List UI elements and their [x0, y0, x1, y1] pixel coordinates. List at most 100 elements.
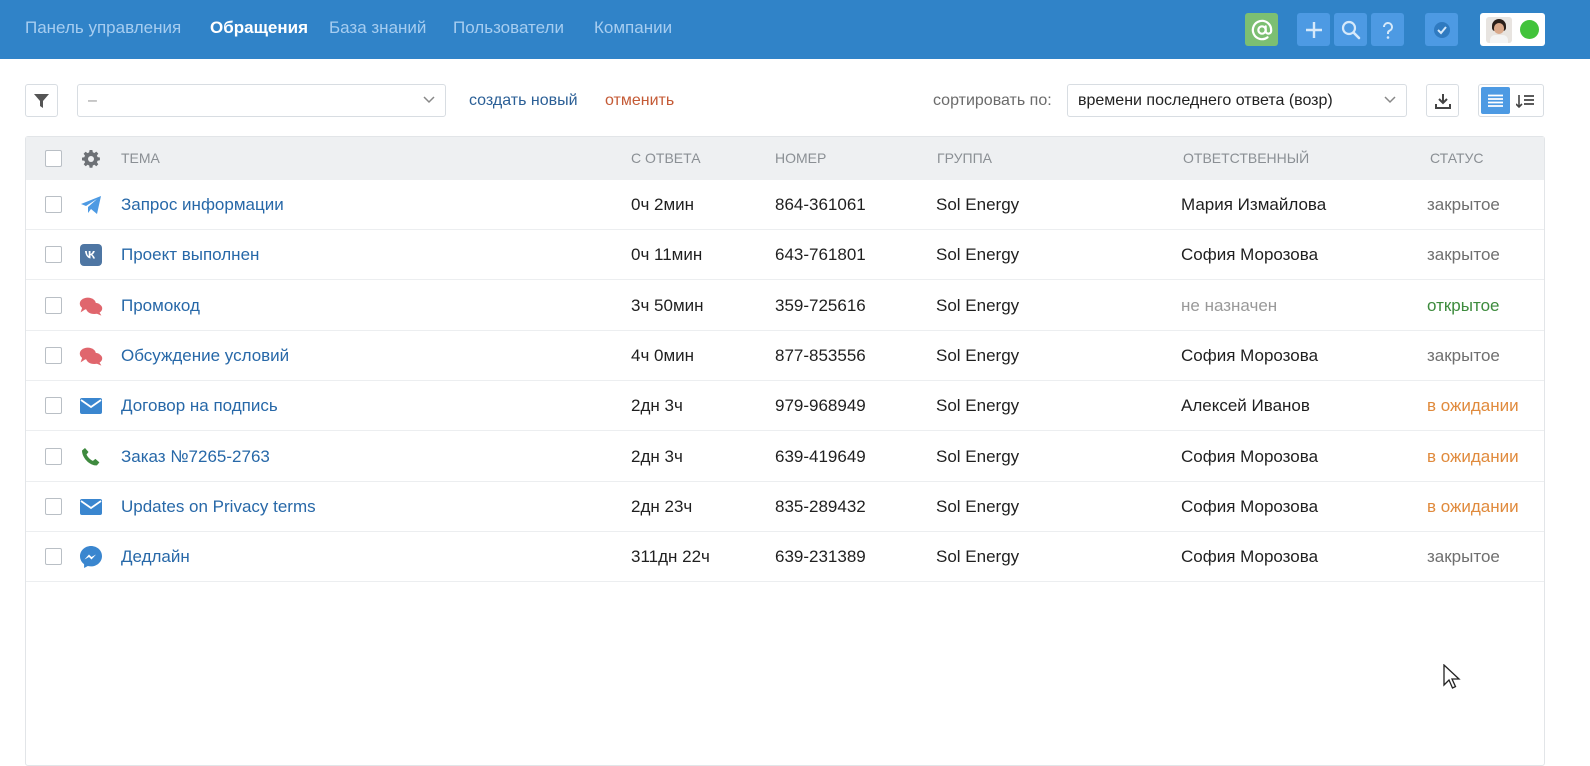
ticket-number: 359-725616 [775, 295, 866, 315]
cancel-filter-link[interactable]: отменить [605, 92, 674, 110]
compact-view-button[interactable] [1510, 87, 1539, 114]
gear-icon[interactable] [81, 149, 101, 169]
ticket-number: 639-419649 [775, 446, 866, 466]
tasks-button[interactable] [1425, 13, 1458, 46]
funnel-icon [34, 93, 49, 108]
row-checkbox[interactable] [45, 296, 62, 314]
group-value: Sol Energy [936, 496, 1020, 516]
row-checkbox[interactable] [45, 548, 62, 566]
status-badge: в ожидании [1427, 396, 1519, 416]
chat-icon [79, 294, 103, 318]
ticket-number: 864-361061 [775, 195, 866, 214]
ticket-subject-link[interactable]: Промокод [121, 296, 200, 316]
email-icon [79, 394, 103, 418]
row-checkbox[interactable] [45, 397, 62, 415]
sort-select[interactable]: времени последнего ответа (возр) [1067, 84, 1407, 117]
table-row[interactable]: Запрос информации 0ч 2мин 864-361061 Sol En… [26, 180, 1544, 230]
nav-users[interactable]: Пользователи [453, 18, 564, 38]
view-toggle [1478, 84, 1544, 117]
select-all-checkbox[interactable] [45, 150, 62, 167]
table-row[interactable]: Дедлайн 311дн 22ч 639-231389 Sol Energy Софи… [26, 532, 1544, 583]
column-assignee[interactable]: ОТВЕТСТВЕННЫЙ [1183, 150, 1309, 166]
table-header: ТЕМА С ОТВЕТА НОМЕР ГРУППА ОТВЕТСТВЕННЫЙ… [26, 137, 1544, 180]
mentions-button[interactable] [1245, 13, 1278, 46]
profile-button[interactable] [1480, 13, 1545, 46]
table-row[interactable]: Заказ №7265-2763 2дн 3ч 639-419649 Sol Ener… [26, 432, 1544, 482]
create-filter-link[interactable]: создать новый [469, 92, 578, 110]
tickets-table: ТЕМА С ОТВЕТА НОМЕР ГРУППА ОТВЕТСТВЕННЫЙ… [25, 136, 1545, 766]
assignee-value: София Морозова [1181, 496, 1319, 516]
ticket-subject-link[interactable]: Дедлайн [121, 547, 190, 567]
ticket-number: 643-761801 [775, 245, 866, 265]
column-subject[interactable]: ТЕМА [121, 150, 160, 166]
chat-icon [79, 344, 103, 368]
assignee-value: Мария Измайлова [1181, 195, 1327, 214]
filter-button[interactable] [25, 84, 58, 117]
ticket-number: 835-289432 [775, 496, 866, 516]
assignee-value: София Морозова [1181, 345, 1319, 365]
row-checkbox[interactable] [45, 246, 62, 264]
add-button[interactable] [1297, 13, 1330, 46]
ticket-number: 639-231389 [775, 547, 866, 567]
table-row[interactable]: Договор на подпись 2дн 3ч 979-968949 Sol En… [26, 381, 1544, 432]
column-group[interactable]: ГРУППА [937, 150, 992, 166]
status-badge: закрытое [1427, 195, 1500, 214]
status-badge: в ожидании [1427, 496, 1519, 516]
at-icon [1251, 19, 1272, 40]
table-row[interactable]: Обсуждение условий 4ч 0мин 877-853556 Sol E… [26, 331, 1544, 381]
email-icon [79, 495, 103, 519]
filter-select[interactable]: – [77, 84, 446, 117]
ticket-number: 877-853556 [775, 345, 866, 365]
table-row[interactable]: Проект выполнен 0ч 11мин 643-761801 Sol Ene… [26, 230, 1544, 281]
download-icon [1434, 93, 1451, 109]
search-button[interactable] [1334, 13, 1367, 46]
assignee-value: Алексей Иванов [1181, 396, 1310, 416]
assignee-value: София Морозова [1181, 245, 1319, 265]
ticket-subject-link[interactable]: Заказ №7265-2763 [121, 447, 270, 467]
group-value: Sol Energy [936, 547, 1020, 567]
help-button[interactable] [1371, 13, 1404, 46]
nav-dashboard[interactable]: Панель управления [25, 18, 181, 38]
table-row[interactable]: Updates on Privacy terms 2дн 23ч 835-28943… [26, 482, 1544, 532]
since-reply-value: 2дн 23ч [631, 496, 693, 516]
list-view-button[interactable] [1481, 87, 1510, 114]
column-number[interactable]: НОМЕР [775, 150, 826, 166]
plus-icon [1305, 21, 1322, 38]
status-badge: закрытое [1427, 245, 1500, 265]
nav-companies[interactable]: Компании [594, 18, 672, 38]
ticket-subject-link[interactable]: Договор на подпись [121, 396, 278, 416]
row-checkbox[interactable] [45, 196, 62, 213]
top-navbar: Панель управления Обращения База знаний … [0, 0, 1590, 59]
phone-icon [79, 445, 103, 469]
filter-select-value: – [88, 91, 97, 109]
row-checkbox[interactable] [45, 346, 62, 364]
assignee-value: София Морозова [1181, 446, 1319, 466]
since-reply-value: 0ч 11мин [631, 245, 703, 265]
ticket-subject-link[interactable]: Обсуждение условий [121, 346, 289, 366]
sort-lines-icon [1515, 94, 1534, 108]
since-reply-value: 0ч 2мин [631, 195, 695, 214]
column-since-reply[interactable]: С ОТВЕТА [631, 150, 701, 166]
ticket-subject-link[interactable]: Updates on Privacy terms [121, 497, 316, 517]
vk-icon [79, 243, 103, 267]
status-badge: открытое [1427, 295, 1500, 315]
since-reply-value: 311дн 22ч [631, 547, 710, 567]
nav-tickets[interactable]: Обращения [210, 18, 308, 38]
ticket-subject-link[interactable]: Запрос информации [121, 195, 284, 215]
status-badge: в ожидании [1427, 446, 1519, 466]
messenger-icon [79, 545, 103, 569]
column-status[interactable]: СТАТУС [1430, 150, 1484, 166]
table-row[interactable]: Промокод 3ч 50мин 359-725616 Sol Energy не н… [26, 281, 1544, 331]
row-checkbox[interactable] [45, 447, 62, 465]
status-badge: закрытое [1427, 547, 1500, 567]
ticket-subject-link[interactable]: Проект выполнен [121, 245, 259, 265]
search-icon [1341, 20, 1360, 39]
ticket-number: 979-968949 [775, 396, 866, 416]
sort-label: сортировать по: [933, 92, 1052, 109]
online-status-dot [1520, 20, 1539, 39]
nav-knowledge-base[interactable]: База знаний [329, 18, 426, 38]
row-checkbox[interactable] [45, 497, 62, 515]
export-button[interactable] [1426, 84, 1459, 117]
since-reply-value: 4ч 0мин [631, 345, 695, 365]
chevron-down-icon [1384, 96, 1396, 104]
